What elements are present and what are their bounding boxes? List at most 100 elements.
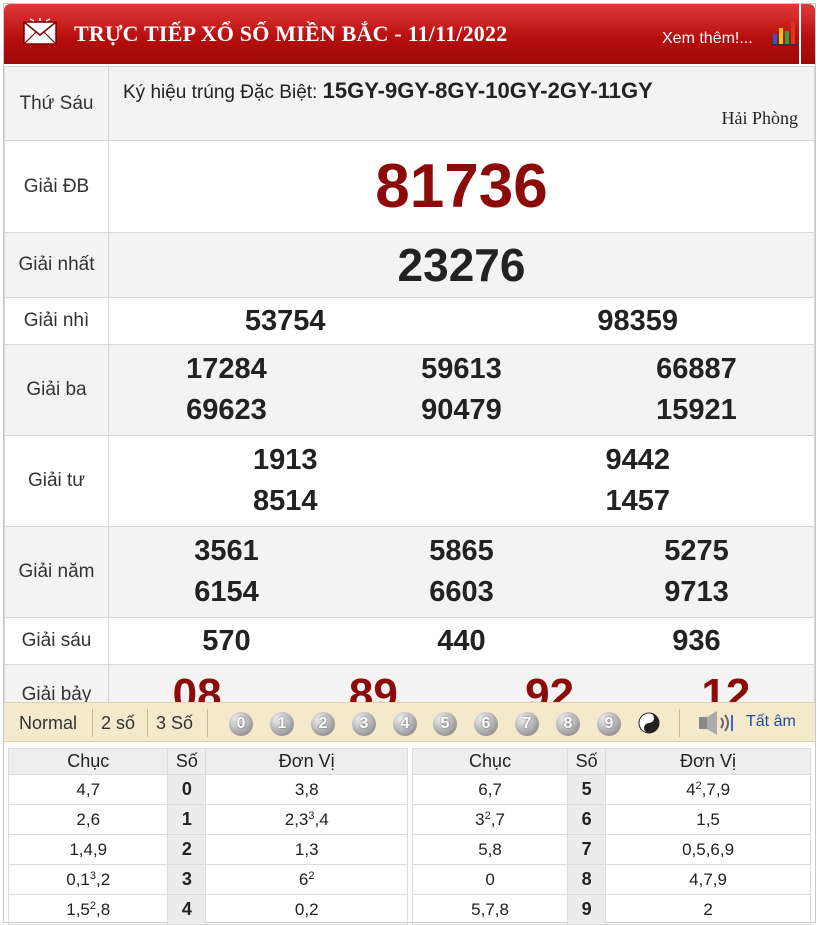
loto-row: 5,8 7 0,5,6,9 — [411, 834, 811, 865]
loto-don-vi-cell: 1,5 — [605, 804, 811, 835]
loto-table-right: Chục Số Đơn Vị 6,7 5 42,7,9 32,7 6 1,5 5,8 7 0,5,6,… — [411, 748, 811, 925]
prize-label-nhi: Giải nhì — [4, 297, 109, 345]
page-title: TRỰC TIẾP XỔ SỐ MIỀN BẮC - 11/11/2022 — [74, 21, 508, 46]
tab-divider — [147, 709, 148, 737]
loto-so-cell: 4 — [167, 894, 207, 925]
loto-don-vi-cell: 62 — [205, 864, 408, 895]
digit-ball-7[interactable]: 7 — [515, 712, 539, 736]
loto-so-cell: 8 — [567, 864, 607, 895]
yin-yang-icon[interactable] — [638, 712, 660, 734]
prize-number: 1913 — [252, 444, 318, 476]
prize-cell-ba: 17284 59613 66887 69623 90479 15921 — [108, 344, 815, 436]
loto-header-don-vi: Đơn Vị — [605, 748, 811, 775]
loto-don-vi-cell: 2,33,4 — [205, 804, 408, 835]
prize-number: 6154 — [194, 576, 259, 608]
prize-number: 59613 — [421, 353, 502, 385]
prize-number: 1457 — [605, 485, 670, 517]
digit-ball-4[interactable]: 4 — [393, 712, 417, 736]
stats-icon[interactable] — [771, 18, 801, 46]
prize-cell-nam: 3561 5865 5275 6154 6603 9713 — [108, 526, 815, 618]
header-divider — [799, 4, 801, 66]
tab-3-so[interactable]: 3 Số — [156, 713, 193, 734]
loto-header-so: Số — [567, 748, 607, 775]
digit-ball-5[interactable]: 5 — [433, 712, 457, 736]
results-table: Thứ Sáu Ký hiệu trúng Đặc Biệt: 15GY-9GY… — [4, 66, 815, 725]
digit-ball-9[interactable]: 9 — [597, 712, 621, 736]
loto-chuc-cell: 0 — [411, 864, 569, 895]
loto-so-cell: 5 — [567, 774, 607, 805]
tab-2-so[interactable]: 2 số — [101, 713, 135, 734]
prize-number: 5865 — [429, 535, 494, 567]
prize-cell-nhat: 23276 — [108, 232, 815, 298]
loto-so-cell: 9 — [567, 894, 607, 925]
prize-number: 9442 — [605, 444, 670, 476]
loto-chuc-cell: 5,7,8 — [411, 894, 569, 925]
location: Hải Phòng — [721, 108, 799, 128]
all-sound-link[interactable]: Tất âm — [746, 713, 796, 731]
prize-number: 570 — [202, 624, 251, 657]
prize-number: 17284 — [186, 353, 267, 385]
loto-so-cell: 6 — [567, 804, 607, 835]
prize-number: 90479 — [421, 394, 502, 426]
loto-don-vi-cell: 4,7,9 — [605, 864, 811, 895]
loto-so-cell: 3 — [167, 864, 207, 895]
prize-label-db: Giải ĐB — [4, 140, 109, 233]
prize-row-db: Giải ĐB 81736 — [4, 140, 815, 233]
tab-divider — [679, 709, 680, 737]
prize-cell-db: 81736 — [108, 140, 815, 233]
prize-number: 440 — [437, 624, 486, 657]
prize-label-sau: Giải sáu — [4, 617, 109, 665]
loto-don-vi-cell: 2 — [605, 894, 811, 925]
digit-ball-6[interactable]: 6 — [474, 712, 498, 736]
digit-ball-1[interactable]: 1 — [270, 712, 294, 736]
loto-chuc-cell: 1,4,9 — [7, 834, 169, 865]
special-symbol: Ký hiệu trúng Đặc Biệt: 15GY-9GY-8GY-10G… — [109, 72, 814, 104]
prize-number: 936 — [672, 624, 721, 657]
loto-row: 0 8 4,7,9 — [411, 864, 811, 895]
prize-number-nhat: 23276 — [397, 239, 526, 291]
digit-ball-8[interactable]: 8 — [556, 712, 580, 736]
loto-don-vi-cell: 1,3 — [205, 834, 408, 865]
prize-number: 9713 — [664, 576, 729, 608]
prize-row-nam: Giải năm 3561 5865 5275 6154 6603 9713 — [4, 526, 815, 618]
prize-number-db: 81736 — [375, 152, 548, 221]
loto-header-chuc: Chục — [7, 748, 169, 775]
loto-row: 4,7 0 3,8 — [7, 774, 408, 805]
prize-number: 5275 — [664, 535, 729, 567]
prize-row-tu: Giải tư 1913 9442 8514 1457 — [4, 435, 815, 527]
loto-chuc-cell: 6,7 — [411, 774, 569, 805]
loto-header-chuc: Chục — [411, 748, 569, 775]
digit-ball-2[interactable]: 2 — [311, 712, 335, 736]
loto-chuc-cell: 1,52,8 — [7, 894, 169, 925]
prize-number: 8514 — [252, 485, 318, 517]
prize-cell-nhi: 53754 98359 — [108, 297, 815, 345]
loto-chuc-cell: 32,7 — [411, 804, 569, 835]
digit-ball-0[interactable]: 0 — [229, 712, 253, 736]
digit-ball-3[interactable]: 3 — [352, 712, 376, 736]
loto-don-vi-cell: 42,7,9 — [605, 774, 811, 805]
loto-so-cell: 0 — [167, 774, 207, 805]
loto-row: 0,13,2 3 62 — [7, 864, 408, 895]
loto-row: 2,6 1 2,33,4 — [7, 804, 408, 835]
loto-chuc-cell: 2,6 — [7, 804, 169, 835]
loto-don-vi-cell: 0,5,6,9 — [605, 834, 811, 865]
loto-chuc-cell: 5,8 — [411, 834, 569, 865]
prize-number: 53754 — [244, 304, 326, 337]
prize-cell-tu: 1913 9442 8514 1457 — [108, 435, 815, 527]
loto-so-cell: 2 — [167, 834, 207, 865]
speaker-icon[interactable] — [697, 709, 737, 737]
loto-row: 1,4,9 2 1,3 — [7, 834, 408, 865]
symbol-value: 15GY-9GY-8GY-10GY-2GY-11GY — [322, 78, 653, 103]
display-toolbar: Normal 2 số 3 Số 0 1 2 3 4 5 6 7 8 9 Tất… — [4, 702, 815, 742]
prize-label-tu: Giải tư — [4, 435, 109, 527]
tab-divider — [207, 709, 208, 737]
loto-row: 1,52,8 4 0,2 — [7, 894, 408, 925]
loto-chuc-cell: 4,7 — [7, 774, 169, 805]
more-link[interactable]: Xem thêm!... — [662, 30, 753, 48]
prize-label-nhat: Giải nhất — [4, 232, 109, 298]
tab-normal[interactable]: Normal — [19, 713, 77, 734]
prize-number: 66887 — [656, 353, 737, 385]
mail-icon — [23, 18, 57, 45]
prize-number: 6603 — [429, 576, 494, 608]
loto-row: 6,7 5 42,7,9 — [411, 774, 811, 805]
